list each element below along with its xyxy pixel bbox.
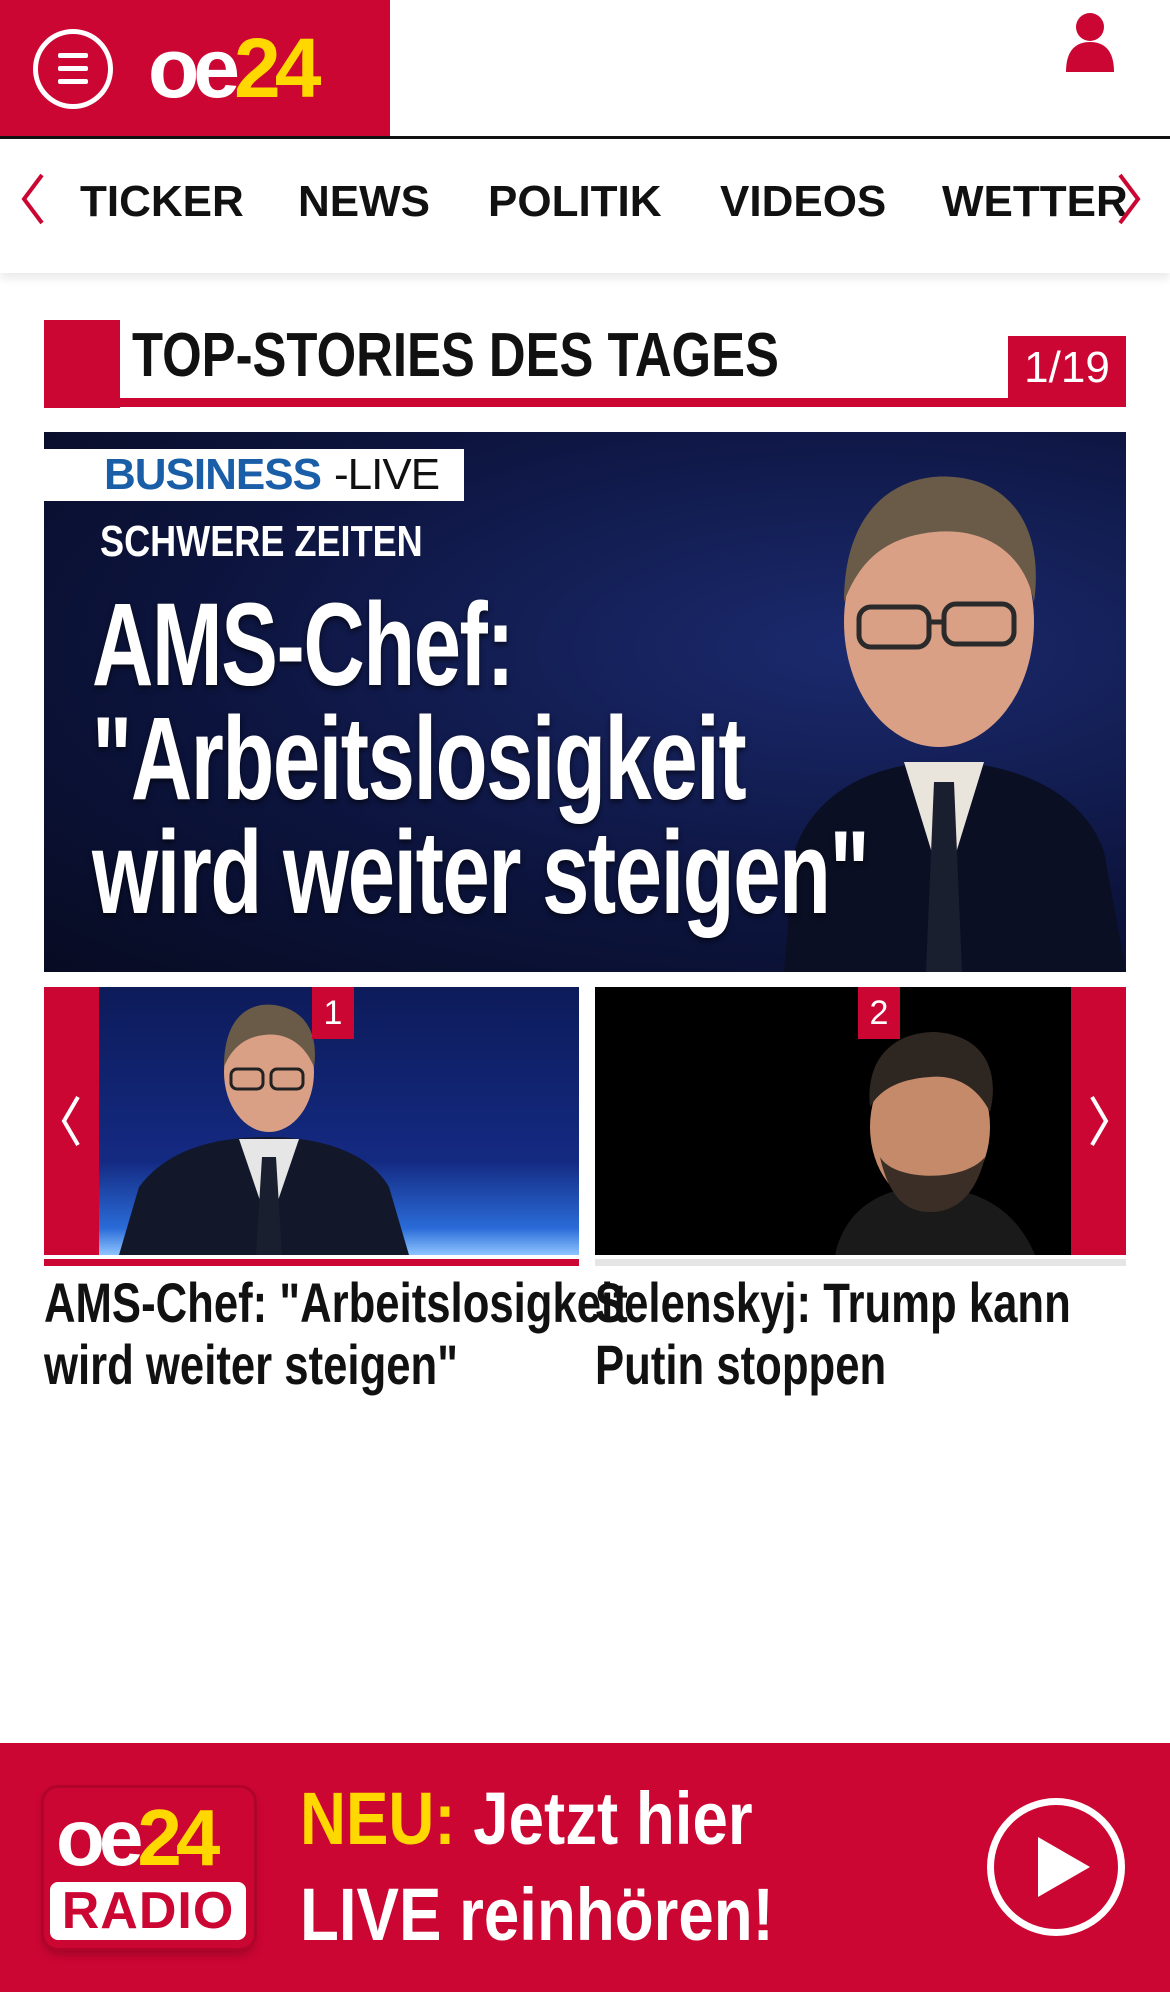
- tag-live: -LIVE: [334, 450, 440, 499]
- story-number-2: 2: [858, 987, 900, 1039]
- section-underline: [44, 398, 1126, 407]
- carousel-next-button[interactable]: [1071, 987, 1126, 1255]
- section-title: TOP-STORIES DES TAGES: [132, 321, 779, 390]
- chevron-right-icon: [1090, 1095, 1109, 1147]
- nav-item-politik[interactable]: POLITIK: [488, 177, 662, 227]
- category-nav: TICKER NEWS POLITIK VIDEOS WETTER: [0, 139, 1170, 273]
- carousel-prev-button[interactable]: [44, 987, 99, 1255]
- site-header: oe24: [0, 0, 1170, 139]
- story-counter: 1/19: [1008, 336, 1126, 400]
- play-button[interactable]: [987, 1798, 1125, 1936]
- oe24-logo[interactable]: oe24: [148, 20, 322, 116]
- section-accent-square: [44, 320, 120, 408]
- nav-prev-arrow-icon[interactable]: [18, 169, 48, 229]
- oe24-radio-logo: oe24 RADIO: [44, 1788, 254, 1948]
- radio-promo-text: NEU: Jetzt hier LIVE reinhören!: [300, 1777, 774, 1956]
- play-icon: [1038, 1837, 1090, 1897]
- active-card-indicator: [44, 1259, 579, 1266]
- hero-kicker: SCHWERE ZEITEN: [100, 517, 423, 566]
- chevron-left-icon: [61, 1095, 80, 1147]
- nav-item-wetter[interactable]: WETTER: [942, 177, 1128, 227]
- section-header: TOP-STORIES DES TAGES 1/19: [44, 320, 1126, 408]
- story-caption-1[interactable]: AMS-Chef: "Arbeitslosigkeit wird weiter …: [44, 1272, 628, 1396]
- radio-neu-label: NEU:: [300, 1777, 456, 1860]
- story-number-1: 1: [312, 987, 354, 1039]
- story-card-1[interactable]: 1: [44, 987, 579, 1255]
- hero-story[interactable]: BUSINESS -LIVE SCHWERE ZEITEN AMS-Chef: …: [44, 432, 1126, 972]
- tag-business: BUSINESS: [104, 450, 322, 499]
- nav-item-news[interactable]: NEWS: [298, 177, 430, 227]
- nav-next-arrow-icon[interactable]: [1114, 169, 1144, 229]
- nav-item-videos[interactable]: VIDEOS: [720, 177, 886, 227]
- story-caption-2[interactable]: Selenskyj: Trump kann Putin stoppen: [595, 1272, 1071, 1396]
- story-card-2[interactable]: 2: [595, 987, 1126, 1255]
- hamburger-menu-icon[interactable]: [33, 29, 113, 109]
- story-thumbnail-2: [595, 987, 1071, 1255]
- nav-item-ticker[interactable]: TICKER: [80, 177, 244, 227]
- user-icon[interactable]: [1062, 10, 1118, 72]
- inactive-card-indicator: [595, 1259, 1126, 1266]
- radio-banner[interactable]: oe24 RADIO NEU: Jetzt hier LIVE reinhöre…: [0, 1743, 1170, 1992]
- hero-headline: AMS-Chef: "Arbeitslosigkeit wird weiter …: [92, 579, 870, 939]
- header-brand-block: oe24: [0, 0, 390, 138]
